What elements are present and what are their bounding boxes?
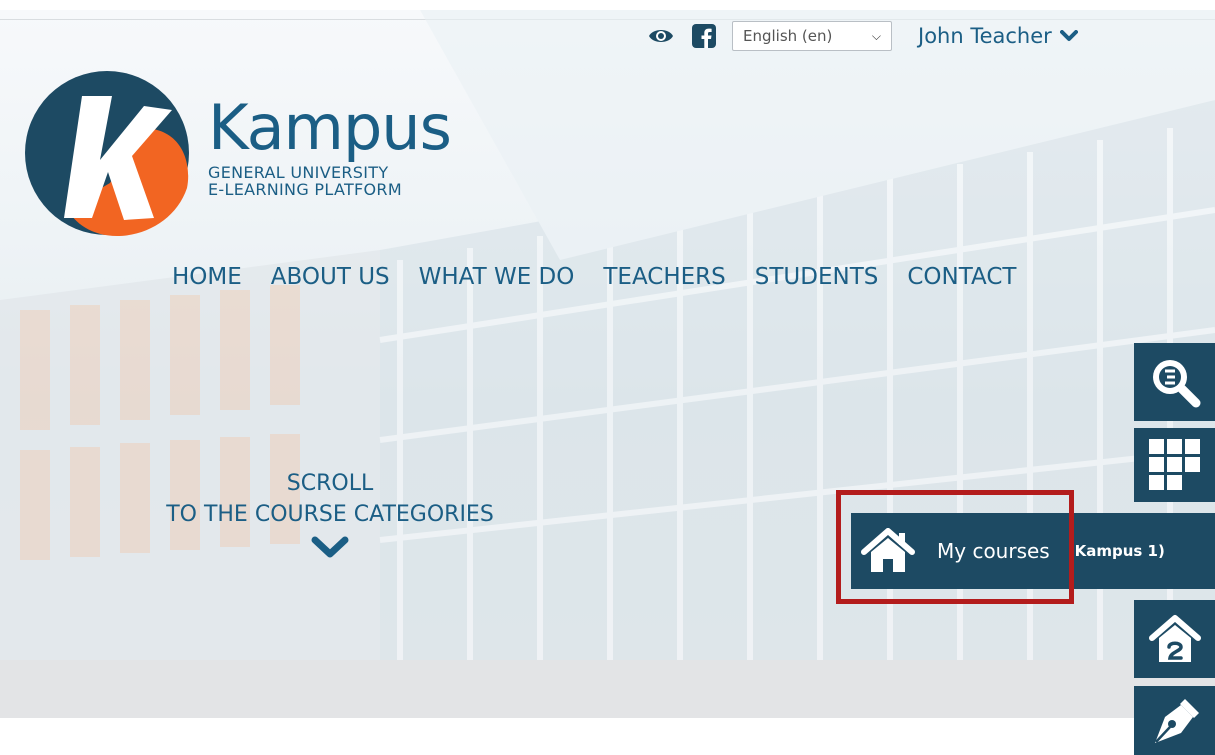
brand-name: Kampus (208, 91, 452, 164)
nav-students[interactable]: STUDENTS (755, 264, 879, 290)
grid-categories-icon (1148, 439, 1200, 490)
nav-home[interactable]: HOME (172, 264, 242, 290)
brand-subtitle-line2: E-LEARNING PLATFORM (208, 180, 402, 199)
nav-about-us[interactable]: ABOUT US (271, 264, 390, 290)
nav-teachers[interactable]: TEACHERS (603, 264, 725, 290)
nav-contact[interactable]: CONTACT (907, 264, 1016, 290)
kampus-logo-icon[interactable] (22, 68, 192, 238)
highlight-box (836, 490, 1074, 604)
eye-icon[interactable] (648, 26, 674, 46)
scroll-to-categories-link[interactable]: SCROLL TO THE COURSE CATEGORIES (130, 468, 530, 560)
user-menu[interactable]: John Teacher (918, 24, 1078, 48)
chevron-down-icon (1059, 30, 1078, 41)
pen-edit-icon (1154, 698, 1199, 743)
course-categories-button[interactable] (1134, 428, 1215, 502)
user-name: John Teacher (918, 24, 1052, 48)
brand-subtitle-line1: GENERAL UNIVERSITY (208, 163, 389, 182)
search-course-button[interactable] (1134, 343, 1215, 421)
edit-button[interactable] (1134, 686, 1215, 755)
scroll-label-line2: TO THE COURSE CATEGORIES (166, 502, 494, 527)
grey-band (0, 660, 1215, 718)
home-page-icon (1148, 615, 1201, 662)
site-home-button[interactable] (1134, 600, 1215, 678)
main-nav: HOME ABOUT US WHAT WE DO TEACHERS STUDEN… (172, 264, 1016, 290)
facebook-icon[interactable] (692, 24, 716, 48)
my-courses-context: (Kampus 1) (1067, 542, 1165, 560)
language-select[interactable]: English (en) ⌵ (732, 21, 892, 51)
language-select-value: English (en) (743, 27, 833, 45)
brand-block: Kampus GENERAL UNIVERSITY E-LEARNING PLA… (208, 91, 452, 199)
top-utility-bar: English (en) ⌵ John Teacher (648, 18, 1078, 54)
chevron-down-icon: ⌵ (871, 28, 881, 43)
scroll-label-line1: SCROLL (286, 471, 374, 496)
search-course-icon (1152, 360, 1200, 408)
chevron-down-icon (311, 536, 349, 558)
nav-what-we-do[interactable]: WHAT WE DO (419, 264, 575, 290)
